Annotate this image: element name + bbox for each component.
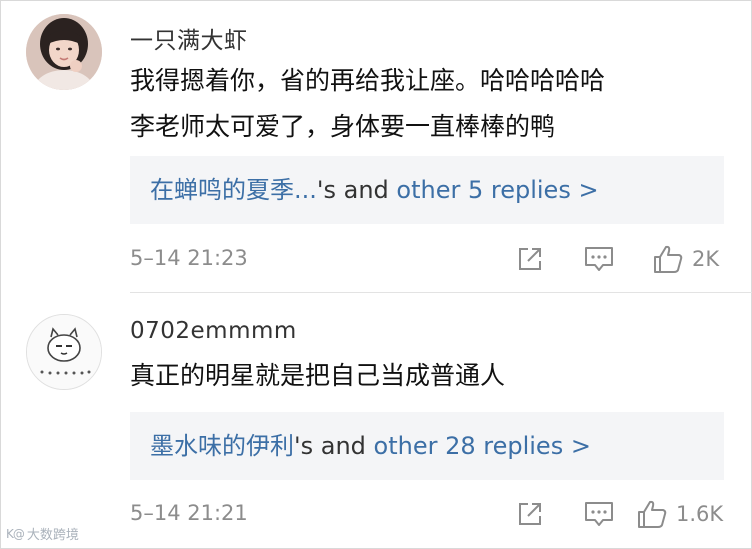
- watermark-text: 大数跨境: [26, 528, 79, 543]
- reply-connector: 's and: [294, 432, 374, 460]
- share-button[interactable]: [515, 242, 545, 276]
- like-count: 1.6K: [676, 502, 724, 526]
- like-button[interactable]: 2K: [652, 242, 719, 276]
- share-button[interactable]: [515, 497, 545, 531]
- timestamp: 5–14 21:21: [130, 501, 248, 525]
- replies-preview[interactable]: 墨水味的伊利's and other 28 replies >: [130, 412, 724, 480]
- more-replies-link[interactable]: other 5 replies >: [396, 176, 598, 204]
- avatar[interactable]: [26, 314, 102, 390]
- thumbs-up-icon: [638, 500, 667, 528]
- reply-connector: 's and: [316, 176, 397, 204]
- watermark: K@ 大数跨境: [6, 524, 79, 544]
- share-icon: [519, 248, 541, 270]
- share-icon: [519, 503, 541, 525]
- comment-text-line: 我得摁着你，省的再给我让座。哈哈哈哈哈: [130, 66, 606, 95]
- cartoon-face-avatar-icon: [27, 315, 101, 389]
- comment-item: 一只满大虾 我得摁着你，省的再给我让座。哈哈哈哈哈 李老师太可爱了，身体要一直棒…: [0, 0, 752, 292]
- more-replies-link[interactable]: other 28 replies >: [374, 432, 591, 460]
- like-count: 2K: [692, 247, 720, 271]
- watermark-logo-icon: K@: [6, 526, 25, 541]
- avatar-photo-icon: [26, 14, 102, 90]
- reply-button[interactable]: [583, 497, 615, 531]
- comment-text-line: 真正的明星就是把自己当成普通人: [130, 361, 506, 390]
- username[interactable]: 0702emmmm: [130, 318, 297, 344]
- comment-text-line: 李老师太可爱了，身体要一直棒棒的鸭: [130, 112, 556, 141]
- comment-icon: [585, 502, 613, 526]
- avatar[interactable]: [26, 14, 102, 90]
- comment-icon: [585, 247, 613, 271]
- reply-author-link[interactable]: 在蝉鸣的夏季...: [150, 176, 317, 204]
- thumbs-up-icon: [654, 245, 683, 273]
- comment-text: 真正的明星就是把自己当成普通人: [130, 353, 505, 399]
- comment-item: 0702emmmm 真正的明星就是把自己当成普通人 墨水味的伊利's and o…: [0, 293, 752, 549]
- replies-preview[interactable]: 在蝉鸣的夏季...'s and other 5 replies >: [130, 156, 724, 224]
- reply-author-link[interactable]: 墨水味的伊利: [150, 432, 294, 460]
- timestamp: 5–14 21:23: [130, 246, 248, 270]
- username[interactable]: 一只满大虾: [130, 21, 248, 55]
- like-button[interactable]: 1.6K: [636, 497, 723, 531]
- reply-button[interactable]: [583, 242, 615, 276]
- comment-text: 我得摁着你，省的再给我让座。哈哈哈哈哈 李老师太可爱了，身体要一直棒棒的鸭: [130, 58, 605, 150]
